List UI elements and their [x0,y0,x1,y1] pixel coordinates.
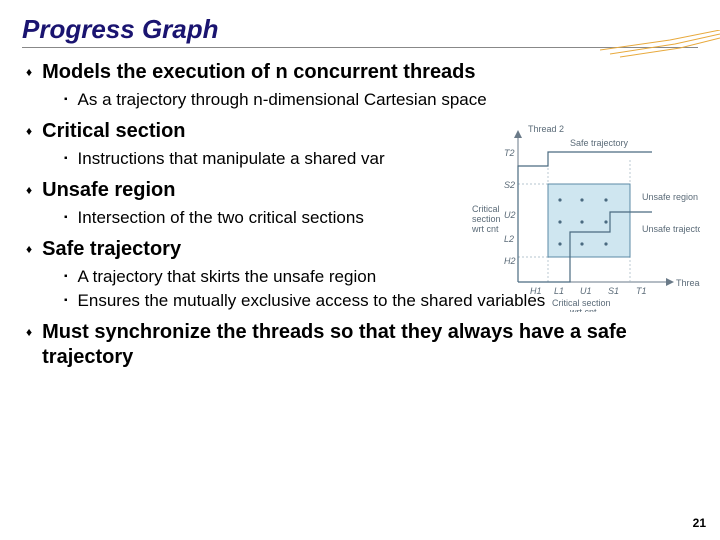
y-tick: L2 [504,234,514,244]
bullet-text: Unsafe region [42,178,175,203]
crit-label: wrt cnt [569,307,597,312]
progress-graph-diagram: Thread 2 Thread 1 T2 S2 U2 L2 H2 H1 L1 U… [470,122,700,312]
unsafe-region-label: Unsafe region [642,192,698,202]
y-tick: T2 [504,148,515,158]
unsafe-traj-label: Unsafe trajectory [642,224,700,234]
square-icon: ▪ [64,212,68,223]
diamond-icon: ♦ [26,242,32,256]
safe-label: Safe trajectory [570,138,629,148]
y-tick: S2 [504,180,515,190]
slide: Progress Graph ♦ Models the execution of… [0,0,720,540]
crit-label: section [472,214,501,224]
diamond-icon: ♦ [26,183,32,197]
sub-text: As a trajectory through n-dimensional Ca… [78,89,487,111]
x-tick: T1 [636,286,647,296]
x-tick: L1 [554,286,564,296]
sub-text: A trajectory that skirts the unsafe regi… [78,266,377,288]
bullet-item: ♦ Must synchronize the threads so that t… [26,320,698,370]
page-number: 21 [693,516,706,530]
x-tick: U1 [580,286,592,296]
sub-text: Instructions that manipulate a shared va… [78,148,385,170]
axis-label: Thread 2 [528,124,564,134]
y-tick: U2 [504,210,516,220]
diamond-icon: ♦ [26,124,32,138]
crit-label: wrt cnt [471,224,499,234]
slide-title: Progress Graph [22,14,698,48]
axis-label: Thread 1 [676,278,700,288]
square-icon: ▪ [64,153,68,164]
square-icon: ▪ [64,271,68,282]
bullet-item: ♦ Models the execution of n concurrent t… [26,60,698,111]
bullet-text: Models the execution of n concurrent thr… [42,60,475,85]
sub-list: ▪ As a trajectory through n-dimensional … [64,89,698,111]
sub-text: Intersection of the two critical section… [78,207,364,229]
crit-label: Critical [472,204,500,214]
diamond-icon: ♦ [26,65,32,79]
x-tick: H1 [530,286,542,296]
y-tick: H2 [504,256,516,266]
square-icon: ▪ [64,295,68,306]
x-tick: S1 [608,286,619,296]
bullet-text: Must synchronize the threads so that the… [42,320,698,370]
diamond-icon: ♦ [26,325,32,339]
bullet-text: Critical section [42,119,185,144]
bullet-text: Safe trajectory [42,237,181,262]
square-icon: ▪ [64,94,68,105]
sub-item: ▪ As a trajectory through n-dimensional … [64,89,698,111]
